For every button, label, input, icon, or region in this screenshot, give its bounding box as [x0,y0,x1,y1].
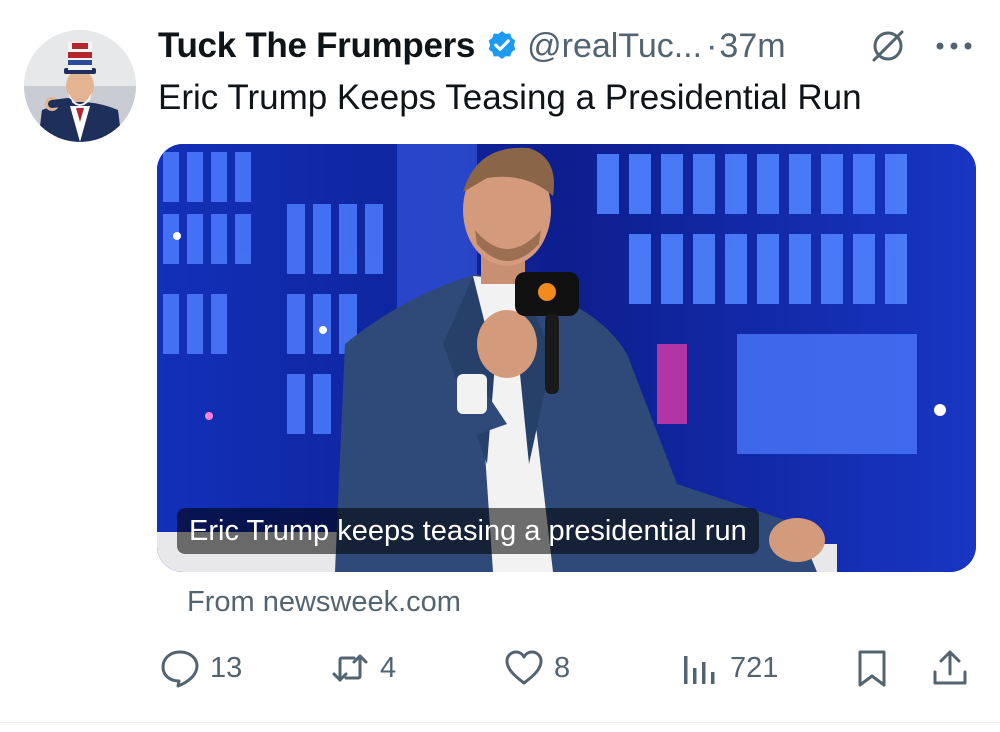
tweet-text: Eric Trump Keeps Teasing a Presidential … [158,78,862,117]
link-card[interactable]: Eric Trump keeps teasing a presidential … [157,144,976,572]
card-source[interactable]: From newsweek.com [187,586,461,619]
repost-icon [332,654,368,682]
like-button[interactable]: 8 [504,640,570,696]
author-handle[interactable]: @realTuc... [527,27,702,66]
tweet[interactable]: Tuck The Frumpers @realTuc... · 37m Eric… [0,0,1000,722]
tweet-timestamp[interactable]: 37m [719,27,785,66]
repost-button[interactable]: 4 [330,640,396,696]
grok-icon[interactable] [868,26,908,66]
share-icon [933,650,967,685]
reply-icon [161,650,199,688]
like-count: 8 [554,651,571,684]
reply-count: 13 [210,651,243,684]
avatar[interactable] [24,30,136,142]
tweet-divider [0,722,1000,723]
header-separator: · [706,26,718,65]
tweet-actions: 13 4 8 721 [0,640,1000,696]
tweet-header: Tuck The Frumpers @realTuc... · 37m [158,22,978,70]
author-name[interactable]: Tuck The Frumpers [158,26,475,66]
reply-button[interactable]: 13 [160,640,242,696]
heart-icon [505,650,543,685]
card-caption: Eric Trump keeps teasing a presidential … [177,508,759,554]
views-chart-icon [684,656,715,684]
uncle-sam-avatar-image [24,30,136,142]
bookmark-icon [858,650,886,687]
verified-badge-icon [488,31,516,59]
views-button[interactable]: 721 [680,640,778,696]
bookmark-button[interactable] [852,640,892,696]
share-button[interactable] [930,640,970,696]
views-count: 721 [730,651,779,684]
more-horizontal-icon[interactable] [934,40,974,52]
repost-count: 4 [380,651,397,684]
